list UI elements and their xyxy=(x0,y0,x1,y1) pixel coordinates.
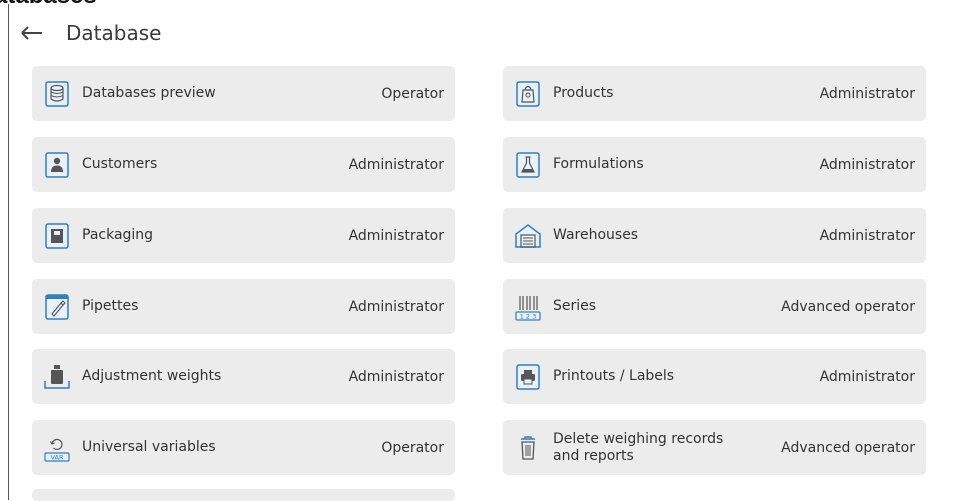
flask-icon xyxy=(514,151,542,179)
tile-label: Databases preview xyxy=(82,85,216,101)
printer-icon xyxy=(514,363,542,391)
tile-role: Advanced operator xyxy=(781,439,915,456)
left-divider xyxy=(8,4,9,500)
tile-label-line2: and reports xyxy=(553,447,634,464)
tile-warehouses[interactable]: Warehouses Administrator xyxy=(503,208,926,263)
tile-universal-variables[interactable]: VAR Universal variables Operator xyxy=(32,420,455,475)
tile-label: Packaging xyxy=(82,227,154,243)
customer-icon xyxy=(43,151,71,179)
series-icon-text: 1 2 3 xyxy=(520,312,537,320)
tile-role: Administrator xyxy=(348,227,444,244)
tile-label: Printouts / Labels xyxy=(553,368,675,384)
window-title-cutoff: atabases xyxy=(0,0,97,8)
database-icon xyxy=(43,80,71,108)
tile-label: Adjustment weights xyxy=(82,368,222,384)
series-icon: 1 2 3 xyxy=(514,293,542,321)
tile-role: Advanced operator xyxy=(781,298,915,315)
tile-partial[interactable] xyxy=(32,489,455,501)
page-header: Database xyxy=(16,16,161,50)
tile-role: Administrator xyxy=(348,156,444,173)
arrow-left-icon xyxy=(21,26,42,40)
tile-role: Administrator xyxy=(819,85,915,102)
tile-role: Administrator xyxy=(348,368,444,385)
variables-icon-text: VAR xyxy=(51,453,64,461)
tile-formulations[interactable]: Formulations Administrator xyxy=(503,137,926,192)
warehouse-icon xyxy=(514,222,542,250)
weight-icon xyxy=(43,363,71,391)
tile-customers[interactable]: Customers Administrator xyxy=(32,137,455,192)
tile-label: Universal variables xyxy=(82,439,216,455)
tile-series[interactable]: 1 2 3 Series Advanced operator xyxy=(503,279,926,334)
tile-role: Administrator xyxy=(819,156,915,173)
tile-role: Administrator xyxy=(819,368,915,385)
tile-label-line1: Delete weighing records xyxy=(553,430,724,447)
tile-label: Formulations xyxy=(553,156,644,172)
page-title: Database xyxy=(66,21,162,45)
tile-label: Customers xyxy=(82,156,158,172)
product-bag-icon xyxy=(514,80,542,108)
tile-pipettes[interactable]: Pipettes Administrator xyxy=(32,279,455,334)
tile-adjustment-weights[interactable]: Adjustment weights Administrator xyxy=(32,349,455,404)
tile-label: Warehouses xyxy=(553,227,639,243)
tile-label: Products xyxy=(553,85,614,101)
tile-packaging[interactable]: Packaging Administrator xyxy=(32,208,455,263)
tile-role: Operator xyxy=(381,85,444,102)
tile-label: Delete weighing records and reports xyxy=(553,431,781,465)
tile-label: Pipettes xyxy=(82,298,139,314)
back-button[interactable] xyxy=(16,17,48,49)
tile-products[interactable]: Products Administrator xyxy=(503,66,926,121)
tile-printouts-labels[interactable]: Printouts / Labels Administrator xyxy=(503,349,926,404)
tile-label: Series xyxy=(553,298,597,314)
variables-icon: VAR xyxy=(43,434,71,462)
tile-role: Operator xyxy=(381,439,444,456)
tile-delete-weighing-records[interactable]: Delete weighing records and reports Adva… xyxy=(503,420,926,475)
tile-role: Administrator xyxy=(819,227,915,244)
trash-icon xyxy=(514,434,542,462)
tile-role: Administrator xyxy=(348,298,444,315)
pipette-icon xyxy=(43,293,71,321)
packaging-icon xyxy=(43,222,71,250)
tile-databases-preview[interactable]: Databases preview Operator xyxy=(32,66,455,121)
